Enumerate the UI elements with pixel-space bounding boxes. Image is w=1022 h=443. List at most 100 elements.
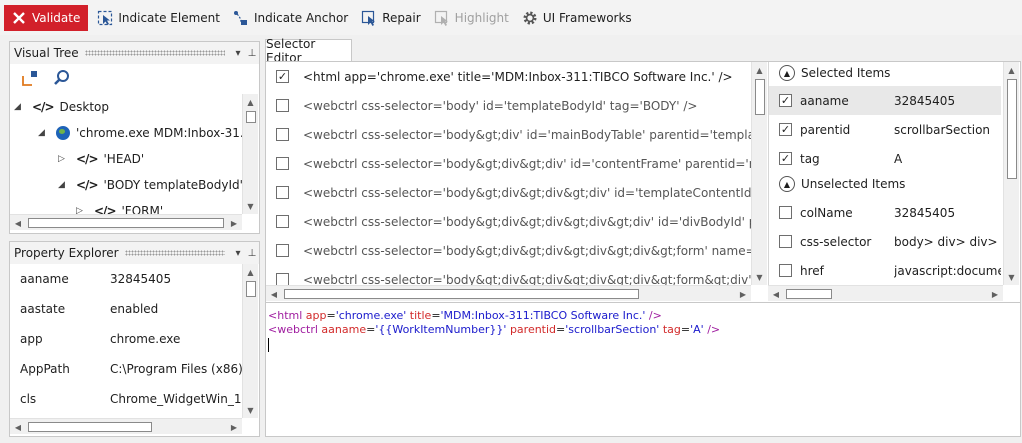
scroll-thumb[interactable] xyxy=(246,111,256,123)
pin-icon[interactable]: ⊥ xyxy=(245,248,259,259)
globe-icon xyxy=(56,126,70,140)
collapse-up-icon[interactable]: ▲ xyxy=(779,176,795,192)
row-checkbox[interactable] xyxy=(276,99,289,112)
scroll-left-icon[interactable]: ◀ xyxy=(10,419,26,435)
selector-row[interactable]: ✓ <html app='chrome.exe' title='MDM:Inbo… xyxy=(266,62,751,91)
selector-row[interactable]: <webctrl css-selector='body&gt;div&gt;di… xyxy=(266,265,751,285)
scroll-left-icon[interactable]: ◀ xyxy=(768,286,784,302)
tree-node[interactable]: ◢ 'chrome.exe MDM:Inbox-31...' xyxy=(38,121,242,145)
collapse-arrow-icon[interactable]: ◢ xyxy=(58,180,70,190)
pin-icon[interactable]: ⊥ xyxy=(245,48,259,59)
selector-row[interactable]: <webctrl css-selector='body&gt;div' id='… xyxy=(266,120,751,149)
ui-frameworks-button[interactable]: UI Frameworks xyxy=(517,6,636,30)
row-checkbox[interactable] xyxy=(276,215,289,228)
scroll-down-icon[interactable]: ▼ xyxy=(243,402,258,418)
scroll-right-icon[interactable]: ▶ xyxy=(987,286,1003,302)
expand-arrow-icon[interactable]: ▷ xyxy=(58,154,70,164)
visual-tree-hscroll[interactable]: ◀ ▶ xyxy=(10,214,242,230)
row-checkbox[interactable] xyxy=(276,128,289,141)
tree-node[interactable]: ▷ </> 'FORM' xyxy=(76,199,163,214)
row-checkbox[interactable] xyxy=(276,157,289,170)
selector-row[interactable]: <webctrl css-selector='body&gt;div&gt;di… xyxy=(266,207,751,236)
items-hscroll[interactable]: ◀ ▶ xyxy=(768,285,1003,301)
scroll-right-icon[interactable]: ▶ xyxy=(226,215,242,231)
attribute-row[interactable]: ✓ tag A xyxy=(769,144,1001,173)
scroll-down-icon[interactable]: ▼ xyxy=(752,269,767,285)
scroll-down-icon[interactable]: ▼ xyxy=(243,198,258,214)
attribute-value[interactable]: scrollbarSection xyxy=(894,123,1001,137)
selector-rows-hscroll[interactable]: ◀ ▶ xyxy=(266,285,751,301)
row-checkbox[interactable] xyxy=(276,244,289,257)
row-checkbox[interactable] xyxy=(276,186,289,199)
attribute-checkbox[interactable]: ✓ xyxy=(779,94,792,107)
locate-icon[interactable] xyxy=(20,68,40,88)
scroll-thumb[interactable] xyxy=(786,289,832,299)
code-line: <html app='chrome.exe' title='MDM:Inbox-… xyxy=(268,309,662,322)
property-value: chrome.exe xyxy=(110,332,181,346)
selector-row[interactable]: <webctrl css-selector='body&gt;div&gt;di… xyxy=(266,178,751,207)
collapse-arrow-icon[interactable]: ◢ xyxy=(38,128,50,138)
selector-code-editor[interactable]: <html app='chrome.exe' title='MDM:Inbox-… xyxy=(266,302,1020,436)
tree-node[interactable]: ◢ </> Desktop xyxy=(14,95,109,119)
attribute-checkbox[interactable] xyxy=(779,235,792,248)
scroll-thumb[interactable] xyxy=(284,289,639,299)
indicate-element-icon xyxy=(96,9,114,27)
selector-rows-vscroll[interactable]: ▲ ▼ xyxy=(751,62,767,285)
scroll-right-icon[interactable]: ▶ xyxy=(735,286,751,302)
attribute-checkbox[interactable]: ✓ xyxy=(779,152,792,165)
attribute-checkbox[interactable] xyxy=(779,264,792,277)
selector-row[interactable]: <webctrl css-selector='body' id='templat… xyxy=(266,91,751,120)
attribute-value[interactable]: 32845405 xyxy=(894,94,1001,108)
scroll-up-icon[interactable]: ▲ xyxy=(752,62,767,78)
attribute-row[interactable]: colName 32845405 xyxy=(769,198,1001,227)
row-checkbox[interactable] xyxy=(276,273,289,285)
selector-row[interactable]: <webctrl css-selector='body&gt;div&gt;di… xyxy=(266,236,751,265)
scroll-up-icon[interactable]: ▲ xyxy=(243,264,258,280)
tab-selector-editor[interactable]: Selector Editor xyxy=(265,37,352,65)
visual-tree-vscroll[interactable]: ▲ ▼ xyxy=(242,94,258,214)
scroll-thumb[interactable] xyxy=(28,422,152,432)
collapse-up-icon[interactable]: ▲ xyxy=(779,65,795,81)
attribute-row[interactable]: href javascript:document xyxy=(769,256,1001,285)
attribute-row[interactable]: ✓ aaname 32845405 xyxy=(769,86,1001,115)
scroll-left-icon[interactable]: ◀ xyxy=(10,215,26,231)
highlight-button[interactable]: Highlight xyxy=(429,6,513,30)
scroll-thumb[interactable] xyxy=(1007,79,1017,179)
attribute-row[interactable]: css-selector body> div> div> div> xyxy=(769,227,1001,256)
attribute-value[interactable]: body> div> div> div> xyxy=(894,235,1001,249)
tree-node[interactable]: ▷ </> 'HEAD' xyxy=(58,147,144,171)
attribute-value[interactable]: A xyxy=(894,152,1001,166)
panel-grip[interactable] xyxy=(84,50,225,56)
row-checkbox[interactable]: ✓ xyxy=(276,70,289,83)
scroll-thumb[interactable] xyxy=(28,218,224,228)
dropdown-icon[interactable]: ▾ xyxy=(231,248,245,259)
scroll-right-icon[interactable]: ▶ xyxy=(226,419,242,435)
selector-row[interactable]: <webctrl css-selector='body&gt;div&gt;di… xyxy=(266,149,751,178)
scroll-down-icon[interactable]: ▼ xyxy=(1004,269,1019,285)
attribute-checkbox[interactable] xyxy=(779,206,792,219)
scroll-up-icon[interactable]: ▲ xyxy=(243,94,258,110)
property-explorer-hscroll[interactable]: ◀ ▶ xyxy=(10,418,242,434)
search-icon[interactable] xyxy=(52,68,72,88)
panel-grip[interactable] xyxy=(124,250,225,256)
scroll-thumb[interactable] xyxy=(755,79,765,115)
scroll-left-icon[interactable]: ◀ xyxy=(266,286,282,302)
expand-arrow-icon[interactable]: ▷ xyxy=(76,206,88,214)
selected-items-header[interactable]: ▲ Selected Items xyxy=(769,62,890,85)
scroll-thumb[interactable] xyxy=(246,281,256,297)
tree-node[interactable]: ◢ </> 'BODY templateBodyId' xyxy=(58,173,242,197)
attribute-value[interactable]: 32845405 xyxy=(894,206,1001,220)
indicate-element-button[interactable]: Indicate Element xyxy=(92,6,224,30)
validate-button[interactable]: Validate xyxy=(4,4,89,31)
attribute-value[interactable]: javascript:document xyxy=(894,264,1001,278)
repair-button[interactable]: Repair xyxy=(356,6,424,30)
attribute-row[interactable]: ✓ parentid scrollbarSection xyxy=(769,115,1001,144)
scroll-up-icon[interactable]: ▲ xyxy=(1004,62,1019,78)
indicate-anchor-button[interactable]: Indicate Anchor xyxy=(228,6,352,30)
items-vscroll[interactable]: ▲ ▼ xyxy=(1003,62,1019,285)
property-explorer-vscroll[interactable]: ▲ ▼ xyxy=(242,264,258,418)
unselected-items-header[interactable]: ▲ Unselected Items xyxy=(769,172,905,196)
attribute-checkbox[interactable]: ✓ xyxy=(779,123,792,136)
dropdown-icon[interactable]: ▾ xyxy=(231,48,245,59)
collapse-arrow-icon[interactable]: ◢ xyxy=(14,102,26,112)
